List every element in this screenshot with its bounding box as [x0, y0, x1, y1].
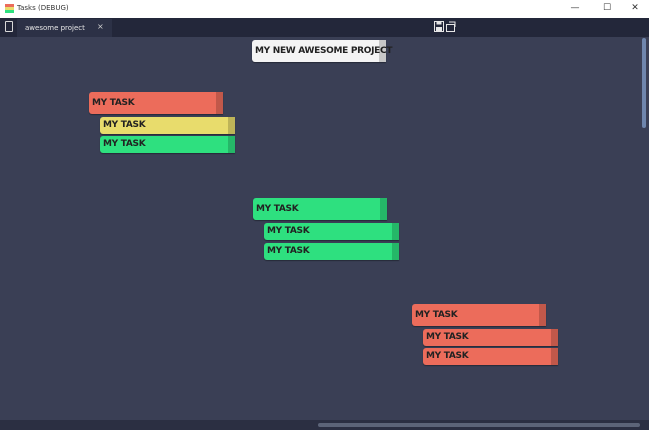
- task-node[interactable]: MY TASK: [89, 92, 223, 114]
- file-icon[interactable]: [5, 21, 13, 32]
- tab-bar: awesome project ×: [0, 18, 649, 37]
- node-handle[interactable]: [551, 348, 558, 365]
- task-label: MY TASK: [426, 351, 469, 361]
- tab-awesome-project[interactable]: awesome project ×: [17, 19, 112, 37]
- task-canvas[interactable]: MY NEW AWESOME PROJECT MY TASK MY TASK M…: [0, 37, 649, 423]
- node-handle[interactable]: [551, 329, 558, 346]
- maximize-button[interactable]: ☐: [597, 2, 617, 15]
- node-handle[interactable]: [216, 92, 223, 114]
- task-label: MY TASK: [103, 120, 146, 130]
- node-handle[interactable]: [380, 198, 387, 220]
- horizontal-scrollbar[interactable]: [318, 423, 640, 427]
- task-node[interactable]: MY TASK: [412, 304, 546, 326]
- task-node[interactable]: MY TASK: [100, 136, 235, 153]
- task-node[interactable]: MY TASK: [264, 243, 399, 260]
- task-node[interactable]: MY TASK: [423, 348, 558, 365]
- task-node[interactable]: MY TASK: [423, 329, 558, 346]
- node-handle[interactable]: [228, 136, 235, 153]
- task-label: MY TASK: [426, 332, 469, 342]
- project-title: MY NEW AWESOME PROJECT: [255, 46, 393, 56]
- tab-close-icon[interactable]: ×: [97, 22, 104, 31]
- task-label: MY TASK: [415, 310, 458, 320]
- window-title: Tasks (DEBUG): [17, 4, 69, 12]
- node-handle[interactable]: [392, 223, 399, 240]
- minimize-button[interactable]: —: [565, 2, 585, 15]
- vertical-scrollbar[interactable]: [642, 38, 646, 128]
- task-label: MY TASK: [267, 246, 310, 256]
- window-titlebar: Tasks (DEBUG) — ☐ ✕: [0, 0, 649, 19]
- close-window-button[interactable]: ✕: [625, 2, 645, 15]
- task-label: MY TASK: [267, 226, 310, 236]
- node-handle[interactable]: [379, 40, 386, 62]
- tab-label: awesome project: [25, 24, 85, 32]
- node-handle[interactable]: [228, 117, 235, 134]
- node-handle[interactable]: [539, 304, 546, 326]
- node-handle[interactable]: [392, 243, 399, 260]
- app-icon: [5, 4, 14, 13]
- task-label: MY TASK: [92, 98, 135, 108]
- task-node[interactable]: MY TASK: [100, 117, 235, 134]
- save-icon[interactable]: [434, 21, 444, 32]
- project-node[interactable]: MY NEW AWESOME PROJECT: [252, 40, 392, 62]
- export-icon[interactable]: [446, 21, 456, 32]
- task-node[interactable]: MY TASK: [253, 198, 387, 220]
- task-node[interactable]: MY TASK: [264, 223, 399, 240]
- task-label: MY TASK: [103, 139, 146, 149]
- task-label: MY TASK: [256, 204, 299, 214]
